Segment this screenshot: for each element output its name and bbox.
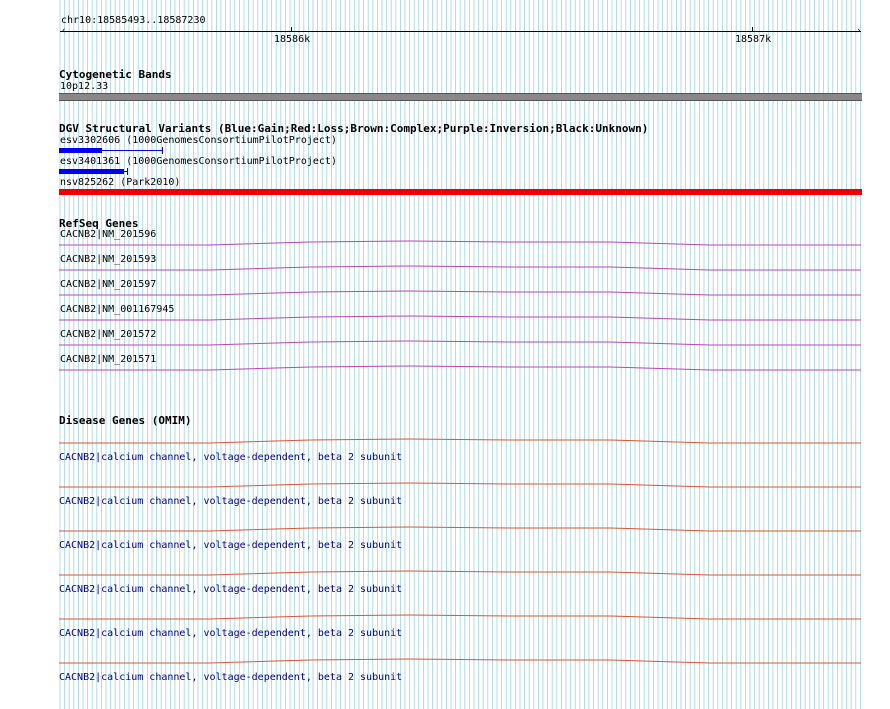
refseq-gene-label[interactable]: CACNB2|NM_201571 xyxy=(60,354,156,366)
cytoband-feature[interactable] xyxy=(59,93,862,101)
ruler-tick-label: 18587k xyxy=(735,34,772,45)
dgv-loss-feature[interactable] xyxy=(59,189,862,195)
refseq-gene-label[interactable]: CACNB2|NM_201596 xyxy=(60,229,156,241)
refseq-gene-label[interactable]: CACNB2|NM_201597 xyxy=(60,279,156,291)
track-title-cytoband[interactable]: Cytogenetic Bands xyxy=(59,68,172,81)
ruler-axis xyxy=(60,31,861,32)
dgv-variant-label[interactable]: nsv825262 (Park2010) xyxy=(60,177,180,189)
refseq-gene-label[interactable]: CACNB2|NM_201572 xyxy=(60,329,156,341)
ruler-position: chr10:18585493..18587230 xyxy=(61,15,206,26)
ruler-tick-label: 18586k xyxy=(274,34,311,45)
omim-gene-link[interactable]: CACNB2|calcium channel, voltage-dependen… xyxy=(59,540,402,552)
track-title-omim[interactable]: Disease Genes (OMIM) xyxy=(59,414,191,427)
dgv-variant-feature[interactable] xyxy=(59,169,124,174)
omim-gene-link[interactable]: CACNB2|calcium channel, voltage-dependen… xyxy=(59,628,402,640)
omim-gene-link[interactable]: CACNB2|calcium channel, voltage-dependen… xyxy=(59,496,402,508)
refseq-gene-label[interactable]: CACNB2|NM_001167945 xyxy=(60,304,174,316)
ruler-tick-major xyxy=(291,27,292,32)
omim-gene-link[interactable]: CACNB2|calcium channel, voltage-dependen… xyxy=(59,672,402,684)
dgv-variant-end xyxy=(127,168,128,175)
dgv-variant-feature[interactable] xyxy=(59,148,102,153)
omim-gene-link[interactable]: CACNB2|calcium channel, voltage-dependen… xyxy=(59,452,402,464)
dgv-variant-end xyxy=(162,147,163,154)
dgv-variant-intron xyxy=(102,150,163,151)
track-title-dgv[interactable]: DGV Structural Variants (Blue:Gain;Red:L… xyxy=(59,122,648,135)
ruler-right-arrow: › xyxy=(856,26,862,36)
dgv-variant-label[interactable]: esv3401361 (1000GenomesConsortiumPilotPr… xyxy=(60,156,337,168)
ruler-tick-major xyxy=(752,27,753,32)
cytoband-label[interactable]: 10p12.33 xyxy=(60,81,108,93)
dgv-variant-label[interactable]: esv3302606 (1000GenomesConsortiumPilotPr… xyxy=(60,135,337,147)
omim-gene-link[interactable]: CACNB2|calcium channel, voltage-dependen… xyxy=(59,584,402,596)
refseq-gene-label[interactable]: CACNB2|NM_201593 xyxy=(60,254,156,266)
ruler-left-arrow: ‹ xyxy=(61,26,67,36)
